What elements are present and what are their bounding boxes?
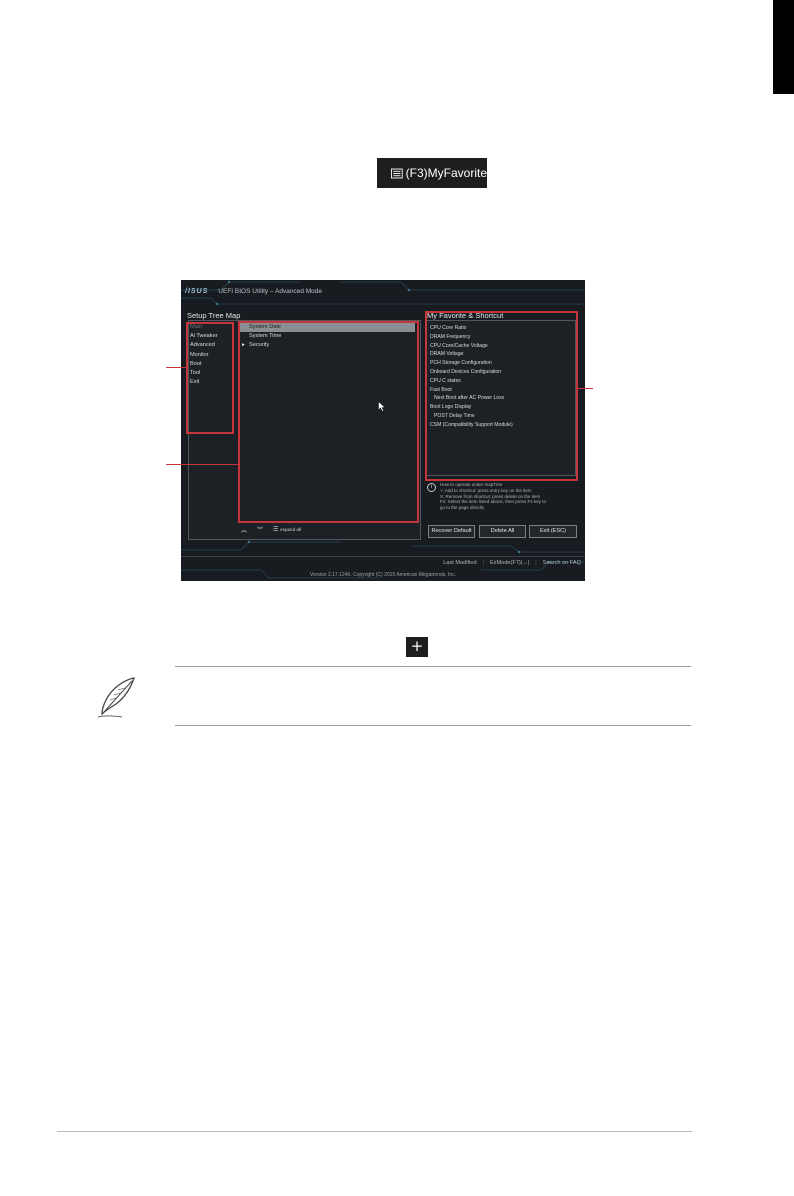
version-text: Version 2.17.1246. Copyright (C) 2015 Am… [309,572,457,578]
info-icon: i [427,483,436,492]
note-top-rule [175,666,691,667]
feather-pen-icon [97,677,135,718]
myfavorite-key-label: (F3)MyFavorite [405,166,487,180]
plus-icon: + [406,637,428,657]
help-line: go to the page directly [440,505,485,511]
footer-divider [181,556,585,557]
thumb-index-tab [773,0,794,94]
footer-separator: | [535,560,537,566]
footer-separator: | [482,560,485,566]
help-text: How to operate under mapTree +: Add to s… [440,482,578,511]
myfavorite-key-badge: (F3)MyFavorite [377,158,487,188]
expand-all-label: expand all [280,527,302,532]
asus-logo: /ISUS [185,287,209,295]
double-chevron-down-icon[interactable]: ︾ [257,525,263,534]
list-icon: ☰ [273,527,279,533]
callout-box-menu [186,322,234,434]
callout-box-favorites [425,311,578,481]
callout-line-submenu [166,464,239,465]
note-bottom-rule [175,725,691,726]
callout-box-submenu [238,321,419,523]
page-footer-rule [57,1131,692,1132]
recover-default-button[interactable]: Recover Default [428,525,475,538]
footer-links: Last Modified | EzMode(F7)|→| | Search o… [443,560,581,566]
bios-title: UEFI BIOS Utility – Advanced Mode [218,287,322,295]
search-faq-link[interactable]: Search on FAQ [543,560,581,566]
tree-nav-bar: ︽ ︾ ☰ expand all [241,525,301,534]
setup-tree-map-label: Setup Tree Map [187,311,241,320]
double-chevron-up-icon[interactable]: ︽ [241,525,247,534]
ezmode-link[interactable]: EzMode(F7)|→| [490,560,529,566]
list-icon [391,168,403,178]
callout-line-menu [166,367,187,368]
delete-all-button[interactable]: Delete All [479,525,526,538]
exit-button[interactable]: Exit (ESC) [529,525,577,538]
expand-all-button[interactable]: ☰ expand all [273,526,301,533]
last-modified-link[interactable]: Last Modified [443,560,476,566]
callout-line-favorites [577,388,593,389]
